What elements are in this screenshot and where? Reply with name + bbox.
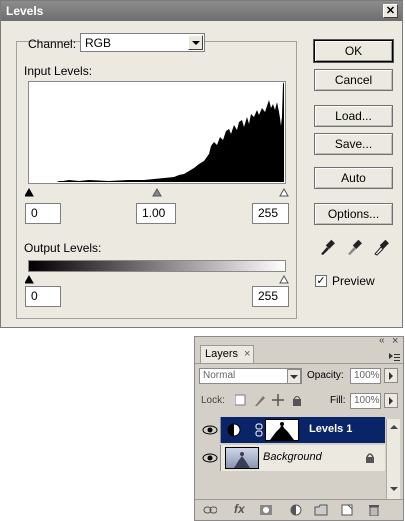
mask-icon[interactable] (259, 504, 273, 516)
channel-label: Channel: (28, 37, 77, 51)
visibility-toggle[interactable] (199, 417, 221, 443)
histogram (28, 81, 286, 184)
opacity-label: Opacity: (307, 370, 344, 381)
lock-label: Lock: (201, 395, 225, 406)
cancel-button[interactable]: Cancel (314, 69, 393, 91)
tab-layers-label: Layers (205, 348, 239, 360)
panel-menu-icon[interactable] (389, 353, 401, 363)
white-point-handle (279, 187, 289, 197)
fill-arrow-icon[interactable] (384, 393, 398, 408)
scroll-down-icon[interactable] (390, 487, 398, 491)
visibility-toggle[interactable] (199, 445, 221, 471)
opacity-field[interactable]: 100% (350, 368, 381, 384)
tab-layers[interactable]: Layers × (200, 345, 254, 363)
close-icon: ✕ (385, 5, 396, 17)
gamma-handle (152, 187, 162, 197)
fx-icon[interactable]: fx (234, 502, 245, 516)
output-gradient-bar (28, 260, 286, 272)
preview-checkbox[interactable]: ✓ (315, 275, 327, 287)
input-gamma-field[interactable]: 1.00 (136, 203, 176, 224)
auto-button[interactable]: Auto (314, 167, 393, 189)
link-icon[interactable] (203, 504, 217, 516)
channel-value: RGB (85, 36, 112, 50)
input-levels-label: Input Levels: (24, 64, 93, 78)
eye-icon (202, 425, 218, 435)
dialog-title: Levels (6, 4, 44, 18)
input-black-field[interactable]: 0 (25, 203, 61, 224)
levels-dialog: Levels ✕ Channel: RGB Input Levels: 0 1.… (0, 0, 403, 328)
layer-row-background[interactable]: Background (199, 445, 385, 471)
lock-icon (366, 453, 374, 463)
options-button[interactable]: Options... (314, 203, 393, 225)
layers-scrollbar[interactable] (386, 419, 400, 499)
ok-button[interactable]: OK (314, 40, 393, 62)
lock-icons[interactable] (235, 394, 315, 408)
lock-position-icon (272, 394, 284, 406)
scroll-up-icon[interactable] (390, 425, 398, 429)
collapse-icon[interactable]: « (379, 335, 385, 346)
adjustment-icon[interactable] (289, 504, 303, 516)
group-folder-icon[interactable] (314, 504, 328, 516)
dialog-titlebar[interactable]: Levels ✕ (1, 1, 402, 21)
layer-name[interactable]: Background (263, 451, 322, 463)
histogram-graph (57, 82, 284, 182)
lock-transparent-icon (235, 394, 246, 406)
checkmark-icon: ✓ (316, 275, 326, 287)
close-button[interactable]: ✕ (383, 4, 398, 18)
layer-name[interactable]: Levels 1 (309, 423, 352, 435)
lock-all-icon (293, 399, 301, 406)
blend-mode-value: Normal (203, 370, 236, 381)
save-button[interactable]: Save... (314, 133, 393, 155)
white-eyedropper-icon[interactable] (373, 238, 389, 256)
opacity-arrow-icon[interactable] (384, 368, 398, 383)
load-button[interactable]: Load... (314, 105, 393, 127)
tab-divider (195, 363, 403, 364)
layer-image-thumbnail[interactable] (225, 447, 259, 469)
new-layer-icon[interactable] (340, 504, 354, 516)
chain-link-icon[interactable] (254, 423, 264, 437)
eye-icon (202, 453, 218, 463)
preview-label: Preview (332, 274, 375, 288)
lock-pixels-icon (255, 396, 265, 406)
output-levels-label: Output Levels: (24, 241, 102, 255)
fill-field[interactable]: 100% (350, 393, 381, 409)
output-levels-slider[interactable] (24, 273, 289, 284)
gray-eyedropper-icon[interactable] (346, 238, 362, 256)
adjustment-layer-icon (227, 423, 241, 437)
output-black-field[interactable]: 0 (25, 286, 61, 307)
black-eyedropper-icon[interactable] (319, 238, 335, 256)
blend-mode-chevron-icon[interactable] (287, 369, 301, 384)
black-point-handle (24, 187, 34, 197)
output-white-field[interactable]: 255 (252, 286, 289, 307)
layer-mask-thumbnail[interactable] (265, 419, 299, 441)
panel-close-icon[interactable]: × (392, 335, 398, 347)
channel-select[interactable]: RGB (80, 33, 205, 52)
input-white-field[interactable]: 255 (252, 203, 289, 224)
tab-close-icon[interactable]: × (244, 346, 250, 362)
fill-label: Fill: (330, 395, 346, 406)
trash-icon[interactable] (367, 504, 381, 516)
layers-panel: « × Layers × Normal Opacity: 100% Lock: … (194, 335, 404, 521)
input-levels-slider[interactable] (24, 186, 289, 197)
layer-row-levels[interactable]: Levels 1 (199, 417, 385, 443)
chevron-down-icon[interactable] (188, 35, 203, 50)
layers-bottom-toolbar: fx (195, 499, 403, 520)
